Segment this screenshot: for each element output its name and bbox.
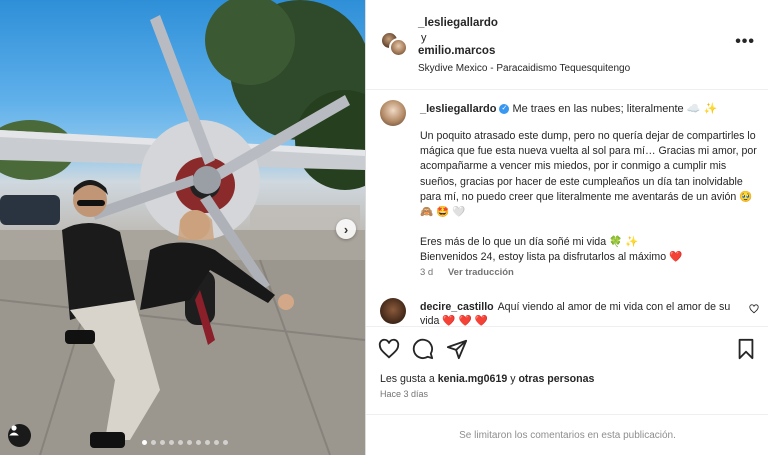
heart-icon[interactable] [378,338,400,360]
likes-prefix: Les gusta a [380,373,435,385]
post-actions: Les gusta a kenia.mg0619 y otras persona… [366,326,768,414]
carousel-dot [178,440,183,445]
author-username-link[interactable]: _lesliegallardo [418,17,498,29]
likes-summary: Les gusta a kenia.mg0619 y otras persona… [380,373,594,385]
comment-text: decire_castillo Aquí viendo al amor de mi… [420,300,750,326]
carousel-dot [151,440,156,445]
likes-others-link[interactable]: otras personas [518,373,594,385]
caption-first-line: _lesliegallardo ✓ Me traes en las nubes; l… [420,102,760,115]
caption-username-link[interactable]: _lesliegallardo [420,103,496,115]
caption-line: Bienvenidos 24, estoy lista pa disfrutar… [420,251,683,264]
caption-body: Un poquito atrasado este dump, pero no q… [420,129,760,266]
bookmark-icon[interactable] [735,338,757,360]
avatar[interactable] [380,100,406,126]
caption-headline: Me traes en las nubes; literalmente ☁️ ✨ [512,103,718,115]
caption-paragraph: Un poquito atrasado este dump, pero no q… [420,130,757,219]
caption-line: Eres más de lo que un día soñé mi vida 🍀… [420,236,639,249]
instagram-post: › _lesliegallardo y emilio.marcos Skydiv… [0,0,768,455]
chevron-right-icon: › [343,221,349,237]
carousel-indicator [142,440,228,445]
caption-and-comments: _lesliegallardo ✓ Me traes en las nubes; l… [366,90,768,326]
post-side-panel: _lesliegallardo y emilio.marcos Skydive … [365,0,768,455]
avatar[interactable] [380,298,406,324]
post-timestamp[interactable]: Hace 3 días [380,389,428,399]
user-tag-button[interactable] [8,424,31,447]
heart-icon[interactable] [749,304,759,314]
likes-connector: y [510,373,516,385]
carousel-dot [142,440,147,445]
comment-icon[interactable] [412,338,434,360]
translate-link[interactable]: Ver traducción [448,267,514,278]
caption-age: 3 d [420,267,434,278]
carousel-dot [214,440,219,445]
carousel-next-button[interactable]: › [336,219,356,239]
comments-limited-text: Se limitaron los comentarios en esta pub… [459,429,676,441]
comments-limited-notice: Se limitaron los comentarios en esta pub… [366,414,768,455]
comment-item: decire_castillo Aquí viendo al amor de mi… [366,295,768,326]
carousel-dot [205,440,210,445]
carousel-dot [169,440,174,445]
post-header: _lesliegallardo y emilio.marcos Skydive … [366,0,768,90]
location-link[interactable]: Skydive Mexico - Paracaidismo Tequesquit… [418,63,630,74]
avatar [389,38,408,57]
carousel-dot [187,440,192,445]
likes-user-link[interactable]: kenia.mg0619 [438,373,508,385]
share-icon[interactable] [446,338,468,360]
collab-avatars[interactable] [380,31,410,61]
carousel-dot [223,440,228,445]
carousel-dot [196,440,201,445]
comment-username-link[interactable]: decire_castillo [420,301,494,313]
collab-connector: y [421,32,427,44]
caption-meta: 3 d Ver traducción [420,267,514,278]
user-tag-icon [9,425,19,436]
verified-icon: ✓ [499,104,510,115]
carousel-dot [160,440,165,445]
photo-illustration [0,0,365,455]
more-options-icon[interactable]: ••• [735,33,755,51]
post-photo[interactable]: › [0,0,365,455]
collaborator-username-link[interactable]: emilio.marcos [418,45,495,57]
